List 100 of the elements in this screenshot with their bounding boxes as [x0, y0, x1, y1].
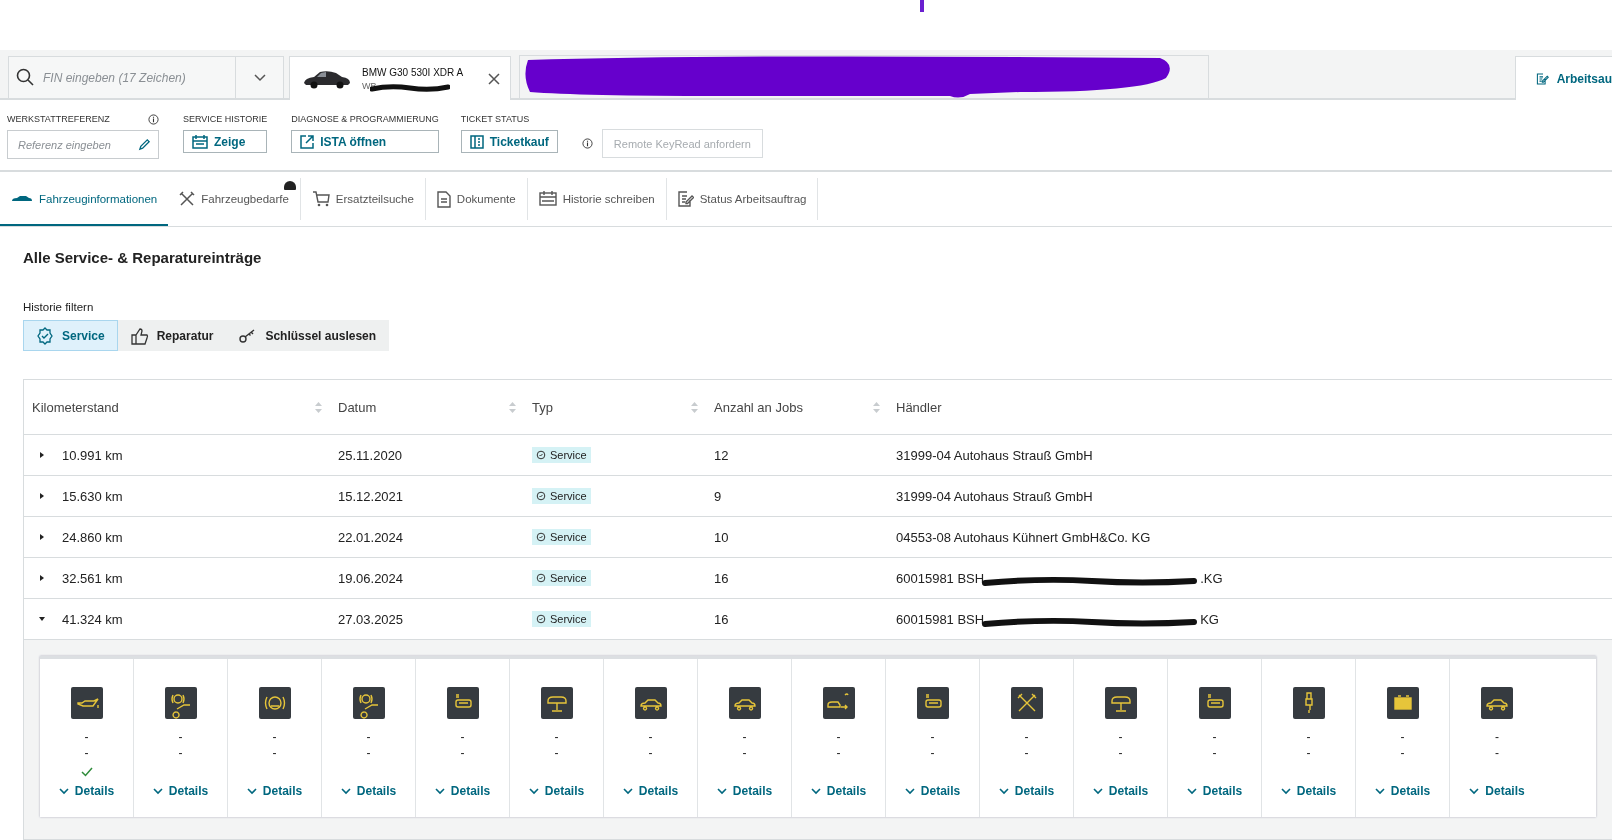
work-order-tab[interactable]: Arbeitsau — [1515, 56, 1612, 100]
reference-field[interactable]: Referenz eingeben — [7, 130, 159, 159]
nav-tab[interactable]: Status Arbeitsauftrag — [666, 178, 819, 220]
job-value: - — [554, 745, 559, 761]
table-cell: 04553-08 Autohaus Kühnert GmbH&Co. KG — [896, 529, 1151, 545]
job-value: - — [930, 729, 935, 745]
details-link[interactable]: Details — [1186, 784, 1243, 798]
caret-icon[interactable] — [38, 492, 46, 500]
column-header[interactable]: Kilometerstand — [32, 399, 119, 415]
tools-icon — [1010, 687, 1043, 719]
job-value: - — [1495, 745, 1499, 761]
tools-icon — [179, 191, 196, 207]
job-value: - — [836, 729, 841, 745]
filter-button[interactable]: Reparatur — [117, 320, 227, 351]
job-value: - — [272, 745, 277, 761]
table-cell: 19.06.2024 — [338, 570, 404, 586]
details-link[interactable]: Details — [1280, 784, 1337, 798]
job-value: - — [554, 729, 559, 745]
details-link[interactable]: Details — [622, 784, 679, 798]
caret-icon[interactable] — [38, 451, 46, 459]
job-value: - — [1118, 729, 1123, 745]
thumb-up-icon — [130, 326, 149, 345]
column-header[interactable]: Datum — [338, 399, 377, 415]
details-link[interactable]: Details — [58, 784, 115, 798]
job-value: - — [836, 745, 841, 761]
table-cell: 31999-04 Autohaus Strauß GmbH — [896, 447, 1093, 463]
ticket-icon — [469, 134, 484, 149]
job-value: - — [1400, 745, 1405, 761]
column-header[interactable]: Typ — [532, 399, 553, 415]
table-cell: 32.561 km — [62, 570, 123, 586]
job-value: - — [84, 729, 89, 745]
details-link[interactable]: Details — [1092, 784, 1149, 798]
nav-tab[interactable]: Historie schreiben — [527, 178, 667, 220]
open-button[interactable]: Zeige — [183, 130, 268, 153]
chevron-down-icon — [622, 787, 633, 795]
chevron-down-icon — [1374, 787, 1385, 795]
job-value: - — [648, 745, 653, 761]
job-value: - — [1212, 729, 1217, 745]
filter-button[interactable]: Service — [23, 320, 118, 351]
job-value: - — [366, 745, 371, 761]
chevron-down-icon — [152, 787, 163, 795]
battery-icon — [1386, 687, 1419, 719]
nav-tab[interactable]: Fahrzeuginformationen — [0, 172, 169, 226]
chevron-down-icon — [434, 787, 445, 795]
caret-icon[interactable] — [38, 533, 46, 541]
nav-tab[interactable]: Dokumente — [425, 178, 528, 220]
search-field[interactable]: FIN eingeben (17 Zeichen) — [8, 56, 236, 98]
job-value: - — [460, 729, 465, 745]
field-label: WERKSTATTREFERENZ — [7, 114, 110, 124]
details-link[interactable]: Details — [716, 784, 773, 798]
info-icon — [148, 113, 159, 125]
car-icon — [11, 195, 33, 203]
type-tag: Service — [532, 570, 591, 586]
details-link[interactable]: Details — [904, 784, 961, 798]
chevron-down-icon — [810, 787, 821, 795]
details-link[interactable]: Details — [434, 784, 491, 798]
table-cell: 15.12.2021 — [338, 488, 404, 504]
job-value: - — [178, 745, 183, 761]
field-label: DIAGNOSE & PROGRAMMIERUNG — [291, 114, 439, 124]
caret-icon[interactable] — [38, 615, 46, 623]
chevron-down-icon — [1186, 787, 1197, 795]
table-cell: 15.630 km — [62, 488, 123, 504]
details-link[interactable]: Details — [340, 784, 397, 798]
type-tag: Service — [532, 447, 591, 463]
filter-label: Historie filtern — [23, 301, 95, 313]
details-link[interactable]: Details — [152, 784, 209, 798]
open-button[interactable]: ISTA öffnen — [291, 130, 439, 153]
open-button[interactable]: Ticketkauf — [460, 130, 558, 153]
table-cell: 24.860 km — [62, 529, 123, 545]
table-cell: 60015981 BSH — [896, 611, 985, 627]
caret-icon[interactable] — [38, 574, 46, 582]
job-value: - — [1118, 745, 1123, 761]
type-tag: Service — [532, 488, 591, 504]
details-link[interactable]: Details — [1469, 784, 1525, 798]
job-value: - — [1400, 729, 1405, 745]
column-header[interactable]: Anzahl an Jobs — [714, 399, 803, 415]
badge-check-icon — [36, 326, 54, 345]
details-link[interactable]: Details — [246, 784, 303, 798]
close-icon[interactable] — [488, 72, 500, 85]
gear-icon — [536, 491, 546, 501]
type-tag: Service — [532, 529, 591, 545]
details-link[interactable]: Details — [1374, 784, 1431, 798]
nav-tab[interactable]: Ersatzteilsuche — [300, 178, 426, 220]
job-value: - — [1024, 745, 1029, 761]
car-icon — [1481, 687, 1513, 719]
details-link[interactable]: Details — [998, 784, 1055, 798]
filter-button[interactable]: Schlüssel auslesen — [226, 320, 390, 351]
field-label: SERVICE HISTORIE — [183, 114, 268, 124]
job-value: - — [742, 745, 747, 761]
column-header[interactable]: Händler — [896, 399, 942, 415]
chevron-down-icon — [253, 73, 266, 82]
table-cell: 12 — [714, 447, 729, 463]
nav-tab[interactable]: Fahrzeugbedarfe — [168, 178, 301, 220]
table-cell: 10.991 km — [62, 447, 123, 463]
type-tag: Service — [532, 611, 591, 627]
gear-icon — [536, 614, 546, 624]
info-icon — [581, 138, 593, 149]
details-link[interactable]: Details — [528, 784, 585, 798]
calendar-icon — [192, 134, 208, 149]
details-link[interactable]: Details — [810, 784, 867, 798]
